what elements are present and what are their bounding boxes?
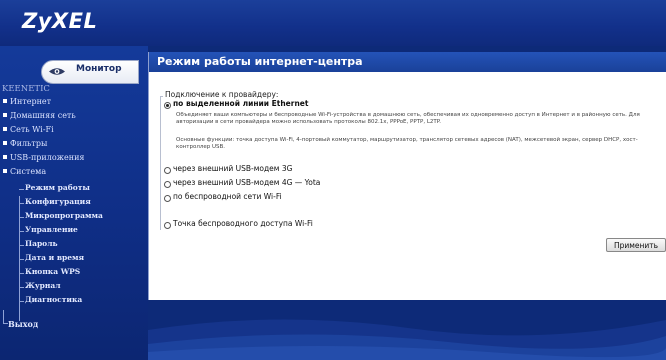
decorative-waves — [148, 319, 666, 360]
option-wifi-client-label[interactable]: по беспроводной сети Wi-Fi — [173, 192, 282, 201]
ethernet-description: Объединяет ваши компьютеры и беспроводны… — [176, 112, 640, 125]
monitor-tab-label: Монитор — [76, 64, 122, 74]
radio-ethernet[interactable] — [164, 102, 171, 109]
sidebar-subitem-wps[interactable]: Кнопка WPS — [25, 267, 80, 279]
tree-tick — [19, 203, 24, 204]
header: ZyXEL — [0, 0, 666, 46]
bullet-icon — [3, 127, 7, 131]
sidebar-subitem-management[interactable]: Управление — [25, 225, 78, 237]
ethernet-functions: Основные функции: точка доступа Wi-Fi, 4… — [176, 137, 638, 150]
radio-wifi-client[interactable] — [164, 195, 171, 202]
sidebar-subitem-password[interactable]: Пароль — [25, 239, 58, 251]
sidebar-item-filters[interactable]: Фильтры — [3, 139, 47, 151]
radio-access-point[interactable] — [164, 222, 171, 229]
sidebar-item-system[interactable]: Система — [3, 167, 46, 179]
sidebar-item-usb-apps[interactable]: USB-приложения — [3, 153, 84, 165]
bullet-icon — [3, 113, 7, 117]
bullet-icon — [3, 169, 7, 173]
option-usb-4g-label[interactable]: через внешний USB-модем 4G — Yota — [173, 178, 320, 187]
tree-tick — [19, 273, 24, 274]
sidebar-subitem-log[interactable]: Журнал — [25, 281, 61, 293]
sidebar-item-internet[interactable]: Интернет — [3, 97, 51, 109]
sidebar-subitem-diagnostics[interactable]: Диагностика — [25, 295, 82, 307]
tree-tick — [19, 287, 24, 288]
monitor-tab[interactable]: Монитор — [41, 60, 139, 84]
radio-usb-4g[interactable] — [164, 181, 171, 188]
sidebar-item-exit[interactable]: Выход — [8, 319, 38, 329]
sidebar-item-label: Интернет — [10, 97, 52, 106]
nav-section-title: KEENETIC — [2, 84, 50, 94]
eye-icon — [49, 68, 65, 75]
radio-usb-3g[interactable] — [164, 167, 171, 174]
option-ethernet-label[interactable]: по выделенной линии Ethernet — [173, 99, 308, 108]
sidebar-subitem-datetime[interactable]: Дата и время — [25, 253, 84, 265]
bullet-icon — [3, 141, 7, 145]
page-title: Режим работы интернет-центра — [157, 55, 363, 68]
sidebar-subitem-mode[interactable]: Режим работы — [25, 183, 90, 195]
bullet-icon — [3, 99, 7, 103]
bullet-icon — [3, 155, 7, 159]
tree-tick — [19, 231, 24, 232]
fieldset-border — [160, 96, 161, 230]
sidebar-item-label: USB-приложения — [10, 153, 85, 162]
content-panel: Режим работы интернет-центра Подключение… — [148, 52, 666, 300]
sidebar-item-label: Фильтры — [10, 139, 48, 148]
option-usb-3g-label[interactable]: через внешний USB-модем 3G — [173, 164, 292, 173]
apply-button[interactable]: Применить — [606, 238, 666, 252]
option-access-point-label[interactable]: Точка беспроводного доступа Wi-Fi — [173, 219, 313, 228]
sidebar-item-home-network[interactable]: Домашняя сеть — [3, 111, 76, 123]
tree-line — [3, 310, 4, 323]
router-admin-page: ZyXEL Монитор KEENETIC Интернет Домашняя… — [0, 0, 666, 360]
provider-connection-legend: Подключение к провайдеру: — [163, 90, 281, 99]
sidebar-item-wifi[interactable]: Сеть Wi-Fi — [3, 125, 54, 137]
tree-tick — [19, 301, 24, 302]
tree-tick — [19, 259, 24, 260]
tree-tick — [19, 189, 24, 190]
title-bar: Режим работы интернет-центра — [149, 52, 666, 72]
sidebar-subitem-firmware[interactable]: Микропрограмма — [25, 211, 103, 223]
sidebar-item-label: Домашняя сеть — [10, 111, 76, 120]
sidebar-item-label: Сеть Wi-Fi — [10, 125, 54, 134]
tree-tick — [19, 245, 24, 246]
tree-tick — [19, 217, 24, 218]
sidebar-item-label: Система — [10, 167, 47, 176]
zyxel-logo: ZyXEL — [22, 9, 98, 33]
sidebar-subitem-config[interactable]: Конфигурация — [25, 197, 91, 209]
